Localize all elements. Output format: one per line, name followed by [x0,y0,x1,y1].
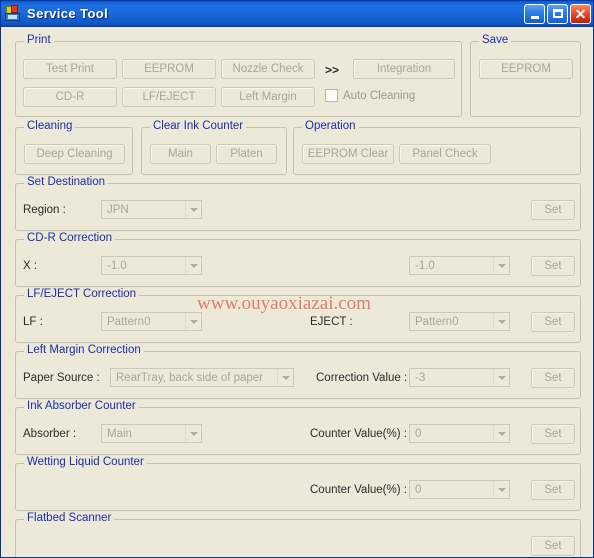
group-set-destination-title: Set Destination [24,176,108,188]
wetting-counter-value-select[interactable]: 0 [409,480,510,499]
maximize-icon [552,9,563,18]
group-operation-title: Operation [302,120,359,132]
cdr-y-select-value: -1.0 [415,259,435,272]
lf-select[interactable]: Pattern0 [101,312,202,331]
correction-value-label: Correction Value : [316,372,408,384]
auto-cleaning-label: Auto Cleaning [343,89,416,102]
eject-label: EJECT : [310,316,353,328]
chevron-down-icon[interactable] [493,257,509,274]
ink-absorber-counter-set-button[interactable]: Set [531,424,575,444]
panel-check-button[interactable]: Panel Check [399,144,491,164]
cdr-correction-set-button[interactable]: Set [531,256,575,276]
clear-ink-platen-button[interactable]: Platen [216,144,277,164]
client-area: www.ouyaoxiazai.com Print Test Print EEP… [1,27,593,557]
paper-source-select[interactable]: RearTray, back side of paper [110,368,294,387]
wetting-counter-value-label: Counter Value(%) : [310,484,407,496]
close-button[interactable]: ✕ [570,3,591,24]
maximize-button[interactable] [547,3,568,24]
service-tool-window: Service Tool ✕ www.ouyaoxiazai.com Print… [0,0,594,558]
eeprom-clear-button[interactable]: EEPROM Clear [302,144,394,164]
correction-value-select-value: -3 [415,371,426,384]
chevron-down-icon[interactable] [493,425,509,442]
region-select[interactable]: JPN [101,200,202,219]
eeprom-print-button[interactable]: EEPROM [122,59,216,79]
group-cleaning: Cleaning Deep Cleaning [15,120,133,175]
printer-icon [5,5,22,22]
integration-button[interactable]: Integration [353,59,455,79]
group-wetting-liquid-counter-title: Wetting Liquid Counter [24,456,147,468]
region-select-value: JPN [107,203,129,216]
group-operation: Operation EEPROM Clear Panel Check [293,120,581,175]
close-icon: ✕ [574,5,587,22]
left-margin-correction-set-button[interactable]: Set [531,368,575,388]
lf-eject-correction-set-button[interactable]: Set [531,312,575,332]
nozzle-check-button[interactable]: Nozzle Check [221,59,315,79]
wetting-liquid-counter-set-button[interactable]: Set [531,480,575,500]
group-cdr-correction: CD-R Correction X : -1.0 -1.0 Set [15,232,581,287]
chevron-down-icon[interactable] [185,313,201,330]
group-left-margin-correction-title: Left Margin Correction [24,344,144,356]
group-flatbed-scanner: Flatbed Scanner Set [15,512,581,557]
eject-select[interactable]: Pattern0 [409,312,510,331]
chevron-down-icon[interactable] [185,201,201,218]
group-ink-absorber-counter: Ink Absorber Counter Absorber : Main Cou… [15,400,581,455]
absorber-label: Absorber : [23,428,77,440]
group-save: Save EEPROM [470,34,581,117]
group-wetting-liquid-counter: Wetting Liquid Counter Counter Value(%) … [15,456,581,511]
eject-select-value: Pattern0 [415,315,459,328]
chevron-down-icon[interactable] [185,425,201,442]
group-flatbed-scanner-title: Flatbed Scanner [24,512,115,524]
clear-ink-main-button[interactable]: Main [150,144,211,164]
window-controls: ✕ [524,3,593,24]
group-cleaning-title: Cleaning [24,120,76,132]
group-print-title: Print [24,34,54,46]
group-lf-eject-correction: LF/EJECT Correction LF : Pattern0 EJECT … [15,288,581,343]
minimize-icon [530,15,539,19]
group-clear-ink-counter-title: Clear Ink Counter [150,120,247,132]
group-save-title: Save [479,34,512,46]
wetting-counter-value: 0 [415,483,422,496]
lf-label: LF : [23,316,43,328]
group-clear-ink-counter: Clear Ink Counter Main Platen [141,120,287,175]
absorber-select[interactable]: Main [101,424,202,443]
correction-value-select[interactable]: -3 [409,368,510,387]
left-margin-print-button[interactable]: Left Margin [221,87,315,107]
lf-select-value: Pattern0 [107,315,151,328]
group-left-margin-correction: Left Margin Correction Paper Source : Re… [15,344,581,399]
cdr-x-select[interactable]: -1.0 [101,256,202,275]
deep-cleaning-button[interactable]: Deep Cleaning [24,144,125,164]
group-cdr-correction-title: CD-R Correction [24,232,115,244]
region-label: Region : [23,204,66,216]
paper-source-label: Paper Source : [23,372,100,384]
group-ink-absorber-counter-title: Ink Absorber Counter [24,400,139,412]
chevron-down-icon[interactable] [493,481,509,498]
cdr-x-label: X : [23,260,38,272]
window-title: Service Tool [27,6,109,21]
absorber-counter-value: 0 [415,427,422,440]
minimize-button[interactable] [524,3,545,24]
flatbed-scanner-set-button[interactable]: Set [531,536,575,556]
checkbox-box-icon [325,89,338,102]
cdr-x-select-value: -1.0 [107,259,127,272]
lf-eject-print-button[interactable]: LF/EJECT [122,87,216,107]
group-print: Print Test Print EEPROM Nozzle Check >> … [15,34,462,117]
chevron-down-icon[interactable] [277,369,293,386]
chevron-down-icon[interactable] [493,313,509,330]
absorber-counter-value-select[interactable]: 0 [409,424,510,443]
test-print-button[interactable]: Test Print [23,59,117,79]
group-set-destination: Set Destination Region : JPN Set [15,176,581,231]
paper-source-select-value: RearTray, back side of paper [116,371,264,384]
chevron-down-icon[interactable] [185,257,201,274]
cdr-y-select[interactable]: -1.0 [409,256,510,275]
absorber-select-value: Main [107,427,132,440]
group-lf-eject-correction-title: LF/EJECT Correction [24,288,140,300]
cdr-print-button[interactable]: CD-R [23,87,117,107]
absorber-counter-value-label: Counter Value(%) : [310,428,407,440]
chevron-down-icon[interactable] [493,369,509,386]
chevron-double-right-icon: >> [325,63,340,77]
auto-cleaning-checkbox[interactable]: Auto Cleaning [325,89,415,102]
title-bar[interactable]: Service Tool ✕ [1,1,593,27]
set-destination-set-button[interactable]: Set [531,200,575,220]
save-eeprom-button[interactable]: EEPROM [479,59,573,79]
